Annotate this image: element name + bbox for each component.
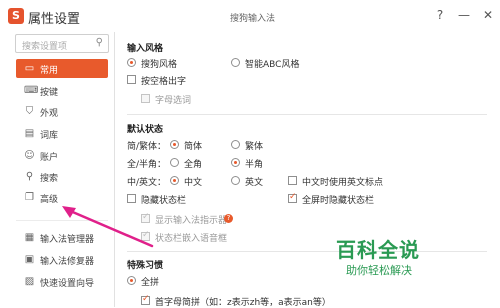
radio-sogou-style-label: 搜狗风格 — [141, 60, 178, 70]
checkbox-fullscreen-hide-label: 全屏时隐藏状态栏 — [302, 196, 375, 206]
search-input[interactable]: 搜索设置项 ⚲ — [15, 34, 109, 53]
monitor-icon: ▭ — [24, 63, 35, 74]
checkbox-status-voice-label: 状态栏嵌入语音框 — [155, 234, 228, 244]
watermark-subtitle: 助你轻松解决 — [346, 264, 412, 277]
radio-chinese[interactable] — [170, 176, 179, 185]
radio-english-label: 英文 — [245, 178, 264, 188]
sidebar-item-label: 词库 — [40, 131, 59, 141]
wizard-icon: ▨ — [24, 276, 35, 287]
radio-english[interactable] — [231, 176, 240, 185]
sidebar-item-label: 按键 — [40, 88, 59, 98]
sidebar-item-ime-repair[interactable]: ▣ 输入法修复器 — [16, 250, 108, 269]
watermark-title: 百科全说 — [336, 238, 420, 262]
radio-half-width[interactable] — [231, 158, 240, 167]
sidebar-item-label: 搜索 — [40, 174, 59, 184]
checkbox-cn-en-punct-label: 中文时使用英文标点 — [302, 178, 384, 188]
search-icon[interactable]: ⚲ — [96, 37, 103, 48]
title-bar: S 属性设置 搜狗输入法 ? — ✕ — [0, 0, 500, 32]
sidebar-item-dictionary[interactable]: ▤ 词库 — [16, 124, 108, 143]
book-icon: ▤ — [24, 128, 35, 139]
checkbox-letter-select-label: 字母选词 — [155, 96, 192, 106]
radio-full-pinyin[interactable] — [127, 276, 136, 285]
radio-half-width-label: 半角 — [245, 160, 264, 170]
checkbox-cn-en-punct[interactable] — [288, 176, 297, 185]
checkbox-space-output-label: 按空格出字 — [141, 77, 187, 87]
radio-traditional[interactable] — [231, 140, 240, 149]
sidebar: 搜索设置项 ⚲ ▭ 常用 ⌨ 按键 ⛉ 外观 ▤ 词库 ☺ 账户 ⚲ 搜索 ❐ — [0, 32, 115, 307]
shirt-icon: ⛉ — [25, 106, 34, 117]
sogou-logo-icon: S — [8, 8, 24, 24]
radio-full-pinyin-label: 全拼 — [141, 278, 160, 288]
radio-full-width[interactable] — [170, 158, 179, 167]
sidebar-item-appearance[interactable]: ⛉ 外观 — [16, 102, 108, 121]
checkbox-letter-select[interactable] — [141, 94, 150, 103]
search-placeholder: 搜索设置项 — [22, 42, 68, 52]
sidebar-item-label: 账户 — [40, 153, 59, 163]
advanced-icon: ❐ — [25, 192, 34, 203]
checkbox-show-indicator-label: 显示输入法指示器 — [155, 216, 228, 226]
simp-trad-label: 简/繁体： — [127, 142, 167, 152]
checkbox-initial-abbrev-label: 首字母简拼（如：z表示zh等，a表示an等） — [155, 298, 331, 308]
radio-traditional-label: 繁体 — [245, 142, 264, 152]
divider — [127, 114, 487, 115]
help-button[interactable]: ? — [432, 7, 448, 23]
section-special-habits: 特殊习惯 — [127, 261, 164, 271]
window-title: 属性设置 — [28, 12, 81, 27]
sidebar-item-label: 外观 — [40, 109, 59, 119]
checkbox-fullscreen-hide[interactable] — [288, 192, 297, 203]
sidebar-item-common[interactable]: ▭ 常用 — [16, 59, 108, 78]
watermark: 百科全说 助你轻松解决 — [336, 234, 496, 284]
section-input-style: 输入风格 — [127, 44, 164, 54]
annotation-arrow-icon — [62, 206, 154, 248]
radio-simplified-label: 简体 — [184, 142, 203, 152]
user-icon: ☺ — [24, 150, 35, 161]
radio-chinese-label: 中文 — [184, 178, 203, 188]
search-icon: ⚲ — [25, 171, 34, 182]
sidebar-item-label: 高级 — [40, 195, 59, 205]
checkbox-space-output[interactable] — [127, 75, 136, 84]
minimize-button[interactable]: — — [456, 7, 472, 23]
sidebar-item-search[interactable]: ⚲ 搜索 — [16, 167, 108, 186]
radio-abc-style-label: 智能ABC风格 — [245, 60, 300, 70]
width-label: 全/半角： — [127, 160, 167, 170]
cn-en-label: 中/英文： — [127, 178, 167, 188]
sidebar-item-account[interactable]: ☺ 账户 — [16, 146, 108, 165]
checkbox-initial-abbrev[interactable] — [141, 294, 150, 305]
radio-simplified[interactable] — [170, 140, 179, 149]
keyboard-icon: ⌨ — [24, 85, 39, 96]
sidebar-item-label: 快速设置向导 — [40, 279, 95, 289]
help-icon[interactable]: ? — [224, 214, 233, 223]
app-name: 搜狗输入法 — [230, 14, 276, 24]
sidebar-item-keys[interactable]: ⌨ 按键 — [16, 81, 108, 100]
sidebar-item-quick-setup[interactable]: ▨ 快速设置向导 — [16, 272, 108, 291]
section-default-state: 默认状态 — [127, 125, 164, 135]
sidebar-item-label: 输入法修复器 — [40, 257, 95, 267]
settings-window: S 属性设置 搜狗输入法 ? — ✕ 搜索设置项 ⚲ ▭ 常用 ⌨ 按键 ⛉ 外… — [0, 0, 500, 308]
repair-icon: ▣ — [24, 254, 35, 265]
radio-full-width-label: 全角 — [184, 160, 203, 170]
close-button[interactable]: ✕ — [480, 7, 496, 23]
sidebar-item-label: 常用 — [40, 66, 59, 76]
radio-abc-style[interactable] — [231, 58, 240, 67]
grid-icon: ▦ — [24, 232, 35, 243]
radio-sogou-style[interactable] — [127, 58, 136, 67]
